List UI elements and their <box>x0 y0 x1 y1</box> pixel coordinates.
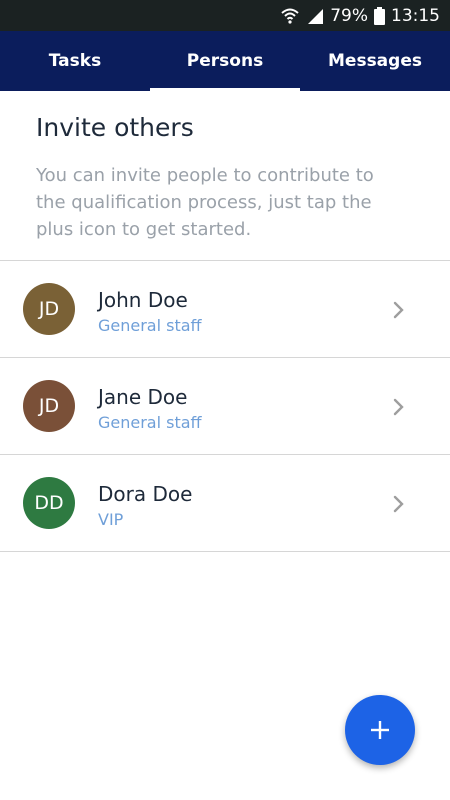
avatar: JD <box>23 283 75 335</box>
person-row-john-doe[interactable]: JD John Doe General staff <box>0 261 450 358</box>
person-role: VIP <box>98 510 124 529</box>
tab-messages[interactable]: Messages <box>300 31 450 91</box>
person-row-jane-doe[interactable]: JD Jane Doe General staff <box>0 358 450 455</box>
chevron-right-icon <box>393 495 404 513</box>
tab-bar: Tasks Persons Messages <box>0 31 450 91</box>
intro-section: Invite others You can invite people to c… <box>36 112 406 243</box>
status-time: 13:15 <box>391 5 440 26</box>
avatar: JD <box>23 380 75 432</box>
tab-persons[interactable]: Persons <box>150 31 300 91</box>
tab-tasks[interactable]: Tasks <box>0 31 150 91</box>
wifi-icon <box>280 7 300 25</box>
plus-icon <box>371 721 389 739</box>
person-role: General staff <box>98 316 202 335</box>
person-list: JD John Doe General staff JD Jane Doe Ge… <box>0 260 450 552</box>
person-role: General staff <box>98 413 202 432</box>
person-name: Dora Doe <box>98 482 193 506</box>
add-person-button[interactable] <box>345 695 415 765</box>
intro-description: You can invite people to contribute to t… <box>36 165 374 240</box>
person-name: John Doe <box>98 288 188 312</box>
battery-icon <box>374 6 385 25</box>
status-bar: 79% 13:15 <box>0 0 450 31</box>
signal-icon <box>306 7 324 25</box>
battery-percent: 79% <box>330 5 368 26</box>
chevron-right-icon <box>393 301 404 319</box>
person-row-dora-doe[interactable]: DD Dora Doe VIP <box>0 455 450 552</box>
chevron-right-icon <box>393 398 404 416</box>
person-name: Jane Doe <box>98 385 188 409</box>
page-title: Invite others <box>36 113 194 142</box>
avatar: DD <box>23 477 75 529</box>
